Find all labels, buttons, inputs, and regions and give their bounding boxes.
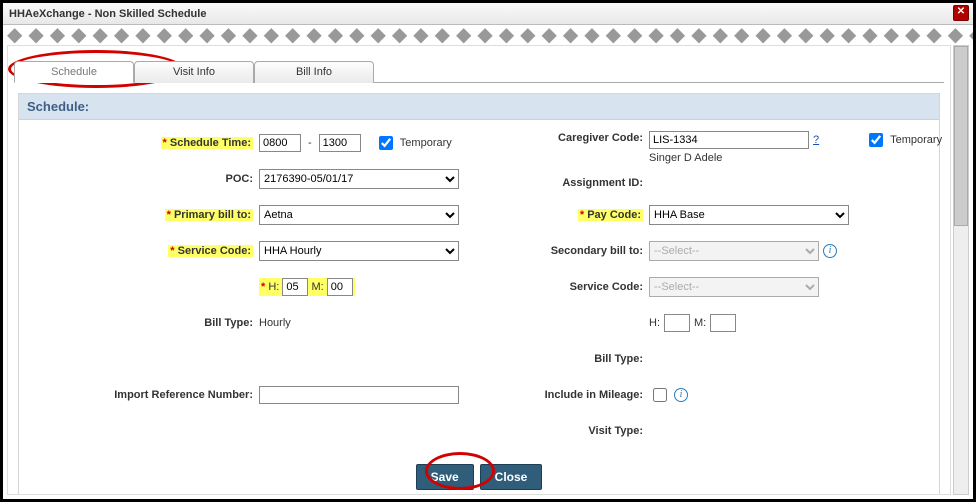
close-icon[interactable]: ✕ xyxy=(953,5,969,21)
h2-label: H: xyxy=(649,317,660,329)
close-button[interactable]: Close xyxy=(480,464,543,490)
left-column: * Schedule Time: - Temporary POC: xyxy=(29,130,459,444)
caregiver-code-label: Caregiver Code: xyxy=(558,132,643,144)
caregiver-code-input[interactable] xyxy=(649,131,809,149)
content-area: Schedule Visit Info Bill Info Schedule: … xyxy=(7,45,951,495)
minutes2-input[interactable] xyxy=(710,314,736,332)
include-mileage-checkbox[interactable] xyxy=(653,388,667,402)
bill-type2-label: Bill Type: xyxy=(594,353,643,365)
m-label: M: xyxy=(311,281,323,293)
secondary-bill-select[interactable]: --Select-- xyxy=(649,241,819,261)
h-label: H: xyxy=(268,281,279,293)
tab-visit-info[interactable]: Visit Info xyxy=(134,61,254,83)
temporary-label-right: Temporary xyxy=(890,134,942,146)
poc-select[interactable]: 2176390-05/01/17 xyxy=(259,169,459,189)
row-bill-type: Bill Type: Hourly xyxy=(29,310,459,336)
pay-code-select[interactable]: HHA Base xyxy=(649,205,849,225)
info-icon[interactable]: i xyxy=(674,388,688,402)
service-code2-select[interactable]: --Select-- xyxy=(649,277,819,297)
service-code-select[interactable]: HHA Hourly xyxy=(259,241,459,261)
tab-strip: Schedule Visit Info Bill Info xyxy=(14,60,944,83)
secondary-bill-label: Secondary bill to: xyxy=(551,245,643,257)
visit-type-label: Visit Type: xyxy=(588,425,643,437)
temporary-checkbox-right[interactable] xyxy=(869,133,883,147)
row-poc: POC: 2176390-05/01/17 xyxy=(29,166,459,192)
primary-bill-select[interactable]: Aetna xyxy=(259,205,459,225)
hours2-input[interactable] xyxy=(664,314,690,332)
primary-bill-label: Primary bill to: xyxy=(174,209,251,221)
temporary-checkbox-left[interactable] xyxy=(379,136,393,150)
schedule-panel: Schedule: * Schedule Time: - Temporary xyxy=(18,93,940,495)
tab-schedule[interactable]: Schedule xyxy=(14,61,134,83)
tab-bill-info[interactable]: Bill Info xyxy=(254,61,374,83)
schedule-time-label: Schedule Time: xyxy=(170,137,251,149)
scrollbar-thumb[interactable] xyxy=(954,46,968,226)
titlebar: HHAeXchange - Non Skilled Schedule ✕ xyxy=(3,3,973,25)
row-spacer-left xyxy=(29,346,459,372)
row-bill-type-2: Bill Type: xyxy=(459,346,942,372)
row-service-code: * Service Code: HHA Hourly xyxy=(29,238,459,264)
row-include-mileage: Include in Mileage: i xyxy=(459,382,942,408)
row-schedule-time: * Schedule Time: - Temporary xyxy=(29,130,459,156)
include-mileage-label: Include in Mileage: xyxy=(545,389,643,401)
service-code2-label: Service Code: xyxy=(570,281,643,293)
time-dash: - xyxy=(305,137,315,149)
button-row: Save Close xyxy=(19,448,939,495)
import-ref-label: Import Reference Number: xyxy=(114,389,253,401)
row-secondary-bill: Secondary bill to: --Select-- i xyxy=(459,238,942,264)
row-assignment-id: Assignment ID: xyxy=(459,174,942,192)
schedule-time-from-input[interactable] xyxy=(259,134,301,152)
hours-input[interactable] xyxy=(282,278,308,296)
bill-type-label: Bill Type: xyxy=(204,317,253,329)
row-primary-bill: * Primary bill to: Aetna xyxy=(29,202,459,228)
poc-label: POC: xyxy=(226,173,254,185)
row-import-ref: Import Reference Number: xyxy=(29,382,459,408)
caregiver-help-link[interactable]: ? xyxy=(809,134,819,146)
non-skilled-schedule-dialog: HHAeXchange - Non Skilled Schedule ✕ ◆◆◆… xyxy=(0,0,976,502)
row-service-code-2: Service Code: --Select-- xyxy=(459,274,942,300)
row-pay-code: * Pay Code: HHA Base xyxy=(459,202,942,228)
schedule-time-to-input[interactable] xyxy=(319,134,361,152)
bill-type-value: Hourly xyxy=(259,317,291,329)
minutes-input[interactable] xyxy=(327,278,353,296)
m2-label: M: xyxy=(694,317,706,329)
temporary-label-left: Temporary xyxy=(400,137,452,149)
decorative-divider: ◆◆◆◆◆◆◆◆◆◆◆◆◆◆◆◆◆◆◆◆◆◆◆◆◆◆◆◆◆◆◆◆◆◆◆◆◆◆◆◆… xyxy=(3,25,973,45)
window-title: HHAeXchange - Non Skilled Schedule xyxy=(9,8,206,20)
row-caregiver-code: Caregiver Code: ? Temporary Singer D Ad xyxy=(459,130,942,164)
save-button[interactable]: Save xyxy=(416,464,474,490)
right-column: Caregiver Code: ? Temporary Singer D Ad xyxy=(459,130,942,444)
row-hm-2: H: M: xyxy=(459,310,942,336)
info-icon[interactable]: i xyxy=(823,244,837,258)
row-hm: * H: M: xyxy=(29,274,459,300)
assignment-id-label: Assignment ID: xyxy=(562,177,643,189)
form-grid: * Schedule Time: - Temporary POC: xyxy=(19,120,939,448)
import-ref-input[interactable] xyxy=(259,386,459,404)
vertical-scrollbar[interactable] xyxy=(953,45,969,495)
pay-code-label: Pay Code: xyxy=(587,209,641,221)
service-code-label: Service Code: xyxy=(178,245,251,257)
row-visit-type: Visit Type: xyxy=(459,418,942,444)
section-title: Schedule: xyxy=(19,94,939,120)
caregiver-name: Singer D Adele xyxy=(649,152,722,164)
